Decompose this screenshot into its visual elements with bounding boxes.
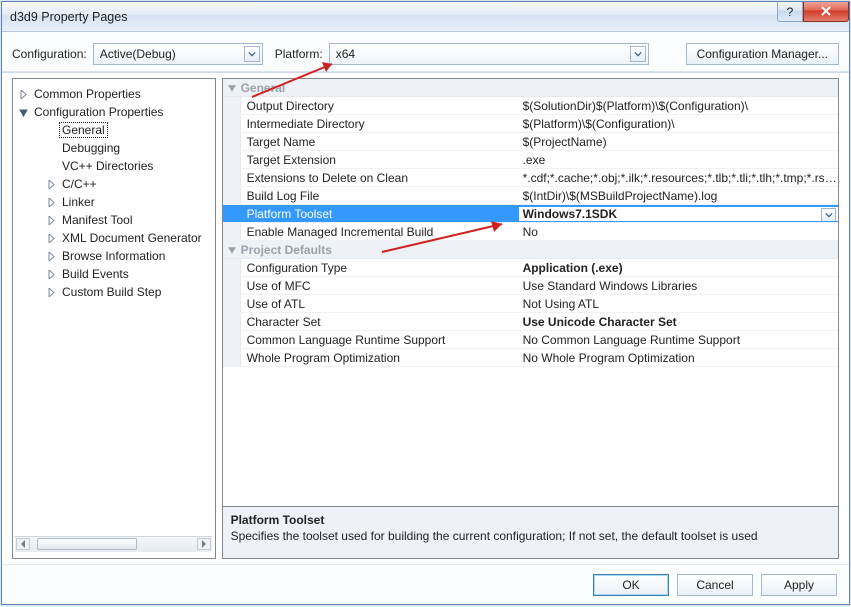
configuration-combo[interactable]: Active(Debug) [93,43,263,65]
tree-item-cpp[interactable]: C/C++ [43,175,212,193]
property-grid-pane: General Output Directory$(SolutionDir)$(… [222,78,839,559]
expand-icon[interactable] [45,214,57,226]
prop-extensions-to-delete[interactable]: Extensions to Delete on Clean*.cdf;*.cac… [223,169,838,187]
configuration-value: Active(Debug) [100,47,176,61]
prop-whole-program-opt[interactable]: Whole Program OptimizationNo Whole Progr… [223,349,838,367]
close-button[interactable] [803,2,849,22]
category-tree[interactable]: Common Properties Configuration Properti… [15,85,212,536]
chevron-down-icon [630,46,646,62]
property-grid[interactable]: General Output Directory$(SolutionDir)$(… [222,78,839,507]
close-icon [820,5,832,19]
cancel-button[interactable]: Cancel [677,574,753,596]
scroll-left-arrow-icon[interactable] [16,538,30,550]
expand-icon[interactable] [17,88,29,100]
configuration-manager-button[interactable]: Configuration Manager... [686,43,839,65]
titlebar[interactable]: d3d9 Property Pages ? [2,2,849,32]
help-icon: ? [787,5,794,19]
group-project-defaults[interactable]: Project Defaults [223,241,838,259]
toolbar: Configuration: Active(Debug) Platform: x… [2,32,849,72]
prop-target-name[interactable]: Target Name$(ProjectName) [223,133,838,151]
prop-output-directory[interactable]: Output Directory$(SolutionDir)$(Platform… [223,97,838,115]
tree-item-linker[interactable]: Linker [43,193,212,211]
tree-item-xml-doc-gen[interactable]: XML Document Generator [43,229,212,247]
tree-item-vcpp-directories[interactable]: VC++ Directories [43,157,212,175]
dialog-footer: OK Cancel Apply [2,564,849,604]
prop-intermediate-directory[interactable]: Intermediate Directory$(Platform)\$(Conf… [223,115,838,133]
prop-build-log-file[interactable]: Build Log File$(IntDir)\$(MSBuildProject… [223,187,838,205]
ok-button[interactable]: OK [593,574,669,596]
prop-platform-toolset[interactable]: Platform ToolsetWindows7.1SDK [223,205,838,223]
tree-item-manifest-tool[interactable]: Manifest Tool [43,211,212,229]
prop-target-extension[interactable]: Target Extension.exe [223,151,838,169]
collapse-icon[interactable] [227,245,237,255]
tree-item-custom-build-step[interactable]: Custom Build Step [43,283,212,301]
tree-item-configuration-properties[interactable]: Configuration Properties [15,103,212,121]
window-buttons: ? [777,2,849,22]
tree-item-build-events[interactable]: Build Events [43,265,212,283]
prop-enable-managed-incremental[interactable]: Enable Managed Incremental BuildNo [223,223,838,241]
expand-icon[interactable] [45,286,57,298]
tree-item-common-properties[interactable]: Common Properties [15,85,212,103]
scroll-thumb[interactable] [37,538,137,550]
collapse-icon[interactable] [17,106,29,118]
prop-clr-support[interactable]: Common Language Runtime SupportNo Common… [223,331,838,349]
prop-configuration-type[interactable]: Configuration TypeApplication (.exe) [223,259,838,277]
prop-use-of-atl[interactable]: Use of ATLNot Using ATL [223,295,838,313]
tree-item-general[interactable]: General [43,121,212,139]
platform-combo[interactable]: x64 [329,43,649,65]
tree-horizontal-scrollbar[interactable] [15,536,212,552]
platform-label: Platform: [275,47,323,61]
window-title: d3d9 Property Pages [10,10,127,24]
apply-button[interactable]: Apply [761,574,837,596]
collapse-icon[interactable] [227,83,237,93]
category-tree-pane: Common Properties Configuration Properti… [12,78,216,559]
description-pane: Platform Toolset Specifies the toolset u… [222,507,839,559]
expand-icon[interactable] [45,196,57,208]
group-general[interactable]: General [223,79,838,97]
expand-icon[interactable] [45,268,57,280]
scroll-right-arrow-icon[interactable] [197,538,211,550]
tree-item-debugging[interactable]: Debugging [43,139,212,157]
content-area: Common Properties Configuration Properti… [2,72,849,564]
help-button[interactable]: ? [777,2,803,22]
description-title: Platform Toolset [231,513,830,527]
prop-use-of-mfc[interactable]: Use of MFCUse Standard Windows Libraries [223,277,838,295]
platform-value: x64 [336,47,355,61]
expand-icon[interactable] [45,178,57,190]
prop-character-set[interactable]: Character SetUse Unicode Character Set [223,313,838,331]
chevron-down-icon[interactable] [821,208,836,221]
expand-icon[interactable] [45,250,57,262]
expand-icon[interactable] [45,232,57,244]
configuration-label: Configuration: [12,47,87,61]
property-pages-dialog: d3d9 Property Pages ? Configuration: Act… [1,1,850,605]
description-text: Specifies the toolset used for building … [231,529,830,543]
tree-item-browse-info[interactable]: Browse Information [43,247,212,265]
chevron-down-icon [244,46,260,62]
